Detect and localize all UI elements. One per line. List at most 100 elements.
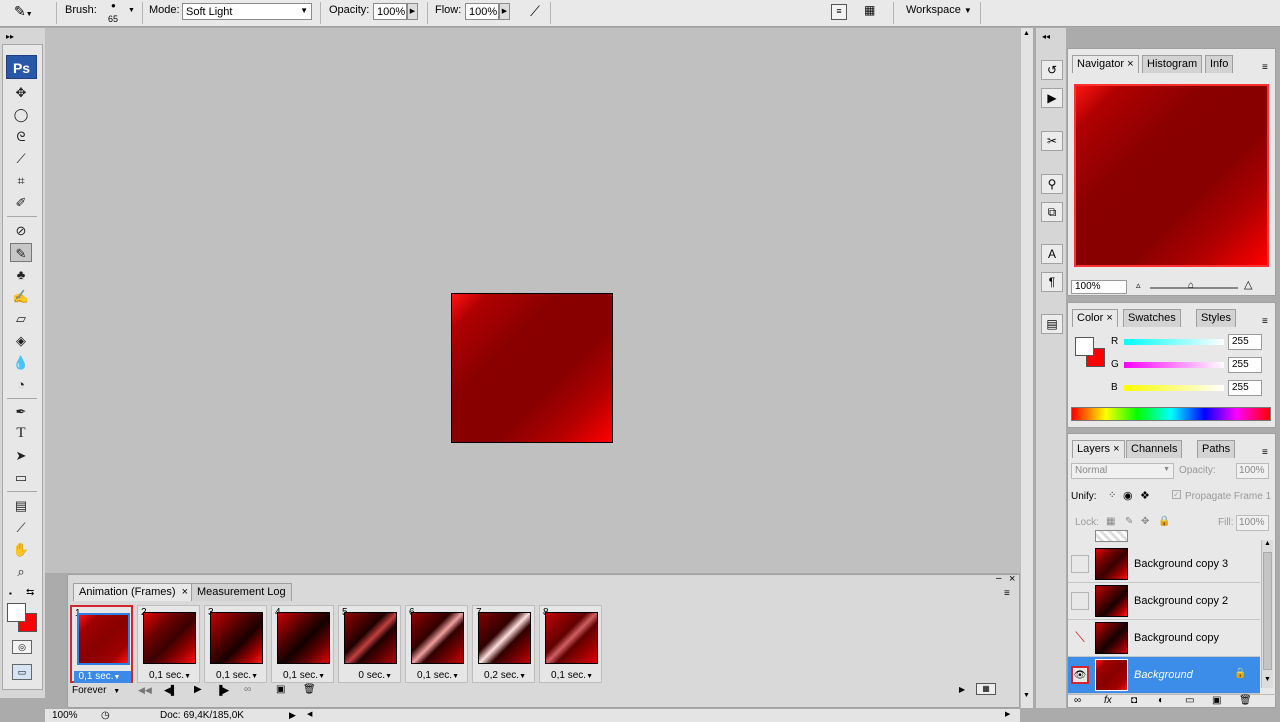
new-layer-icon[interactable]: ▣ <box>1212 695 1221 706</box>
eye-icon[interactable]: 👁 <box>1071 666 1089 684</box>
tab-swatches[interactable]: Swatches <box>1123 309 1181 327</box>
link-layers-icon[interactable]: ∞ <box>1074 695 1081 706</box>
layer-comps-icon[interactable]: ▤ <box>1041 314 1063 334</box>
lock-position-icon[interactable]: ✥ <box>1141 516 1149 527</box>
animation-frame[interactable]: 6 0,1 sec.▼ <box>405 605 468 683</box>
tab-color[interactable]: Color × <box>1072 309 1118 327</box>
blend-mode-select[interactable]: Normal ▼ <box>1071 463 1174 479</box>
frame-delay[interactable]: 0,1 sec.▼ <box>140 670 197 682</box>
ps-logo[interactable]: Ps <box>6 55 37 79</box>
tab-channels[interactable]: Channels <box>1126 440 1183 458</box>
animation-frame[interactable]: 7 0,2 sec.▼ <box>472 605 535 683</box>
layer-row-selected[interactable]: 👁 Background 🔒 <box>1068 657 1260 694</box>
flow-input[interactable]: 100% <box>465 3 499 20</box>
eyedropper-tool-icon[interactable]: ⟋ <box>10 518 32 537</box>
opacity-input[interactable]: 100% <box>373 3 407 20</box>
lock-pixels-icon[interactable]: ✎ <box>1125 516 1133 527</box>
frame-delay[interactable]: 0,1 sec.▼ <box>408 670 465 682</box>
animation-frame[interactable]: 8 0,1 sec.▼ <box>539 605 602 683</box>
visibility-toggle[interactable] <box>1071 592 1089 610</box>
animation-frame[interactable]: 2 0,1 sec.▼ <box>137 605 200 683</box>
first-frame-icon[interactable]: ◀◀ <box>138 685 152 696</box>
duplicate-frame-icon[interactable]: ▣ <box>276 684 285 695</box>
navigator-preview[interactable] <box>1074 84 1269 267</box>
airbrush-icon[interactable]: ⟋ <box>525 3 545 22</box>
scroll-down-icon[interactable]: ▼ <box>1023 692 1030 699</box>
b-input[interactable]: 255 <box>1228 380 1262 396</box>
hand-tool-icon[interactable]: ✋ <box>10 540 32 559</box>
path-selection-tool-icon[interactable]: ➤ <box>10 446 32 465</box>
lock-all-icon[interactable]: 🔒 <box>1158 516 1170 527</box>
tab-measurement-log[interactable]: Measurement Log <box>191 583 292 601</box>
panel-menu-icon[interactable]: ≡ <box>1262 62 1268 73</box>
visibility-toggle[interactable] <box>1071 555 1089 573</box>
adjustment-layer-icon[interactable]: ◐ <box>1158 695 1164 706</box>
tab-layers[interactable]: Layers × <box>1072 440 1125 458</box>
foreground-color-swatch[interactable] <box>1075 337 1094 356</box>
panel-menu-icon[interactable]: ≡ <box>1004 588 1010 599</box>
brush-tool-preset-icon[interactable]: ✎▼ <box>14 3 50 22</box>
close-panel-icon[interactable]: × <box>1009 573 1015 585</box>
vertical-scrollbar[interactable]: ▲ ▼ <box>1020 28 1033 708</box>
brushes-icon[interactable]: ⚲ <box>1041 174 1063 194</box>
layer-row[interactable]: Background copy 3 <box>1068 546 1260 583</box>
actions-icon[interactable]: ▶ <box>1041 88 1063 108</box>
history-icon[interactable]: ↺ <box>1041 60 1063 80</box>
unify-visibility-icon[interactable]: ◉ <box>1123 489 1133 502</box>
paragraph-icon[interactable]: ¶ <box>1041 272 1063 292</box>
close-icon[interactable]: × <box>1106 312 1112 324</box>
timeline-mode-icon[interactable]: ▦ <box>976 683 996 695</box>
frame-delay[interactable]: 0,1 sec.▼ <box>274 670 331 682</box>
frame-delay[interactable]: 0,2 sec.▼ <box>475 670 532 682</box>
close-icon[interactable]: × <box>182 586 188 598</box>
frame-delay[interactable]: 0,1 sec.▼ <box>207 670 264 682</box>
frame-delay[interactable]: 0,1 sec.▼ <box>74 671 131 683</box>
scroll-down-icon[interactable]: ▼ <box>1264 676 1271 683</box>
frame-delay[interactable]: 0 sec.▼ <box>341 670 398 682</box>
animation-frame[interactable]: 3 0,1 sec.▼ <box>204 605 267 683</box>
shape-tool-icon[interactable]: ▭ <box>10 468 32 487</box>
character-icon[interactable]: A <box>1041 244 1063 264</box>
palette-well-icon[interactable]: ≡ <box>831 4 847 20</box>
clone-source-icon[interactable]: ⧉ <box>1041 202 1063 222</box>
brush-picker[interactable]: ● 65 ▼ <box>104 1 138 25</box>
panel-menu-icon[interactable]: ≡ <box>1262 316 1268 327</box>
hscroll-right-icon[interactable]: ▶ <box>1005 710 1010 718</box>
zoom-tool-icon[interactable]: ⌕ <box>10 562 32 581</box>
status-info-icon[interactable]: ◷ <box>101 710 110 721</box>
layer-style-icon[interactable]: fx <box>1104 695 1112 706</box>
frame-delay[interactable]: 0,1 sec.▼ <box>542 670 599 682</box>
quick-mask-icon[interactable]: ◎ <box>12 640 32 654</box>
status-menu-icon[interactable]: ▶ <box>289 710 296 721</box>
loop-select[interactable]: Forever ▼ <box>72 685 128 698</box>
tab-histogram[interactable]: Histogram <box>1142 55 1203 73</box>
mode-select[interactable]: Soft Light ▼ <box>182 3 312 20</box>
r-input[interactable]: 255 <box>1228 334 1262 350</box>
zoom-in-icon[interactable]: △ <box>1244 278 1252 291</box>
workspace-menu[interactable]: Workspace ▼ <box>906 4 972 16</box>
tab-styles[interactable]: Styles <box>1196 309 1236 327</box>
move-tool-icon[interactable]: ✥ <box>10 83 32 102</box>
scroll-up-icon[interactable]: ▲ <box>1264 540 1271 547</box>
layer-row[interactable]: Background copy 2 <box>1068 583 1260 620</box>
tab-paths[interactable]: Paths <box>1197 440 1236 458</box>
document-image[interactable] <box>451 293 613 443</box>
close-icon[interactable]: × <box>1113 443 1119 455</box>
tween-icon[interactable]: ∞ <box>244 684 251 695</box>
animation-frame[interactable]: 4 0,1 sec.▼ <box>271 605 334 683</box>
delete-frame-icon[interactable]: 🗑 <box>303 684 316 695</box>
bridge-icon[interactable]: ▦ <box>864 3 886 21</box>
layer-opacity-input[interactable]: 100% <box>1236 463 1269 479</box>
screen-mode-icon[interactable]: ▭ <box>12 664 32 680</box>
play-icon[interactable]: ▶ <box>194 684 202 695</box>
previous-frame-icon[interactable]: ◀▌ <box>164 685 177 696</box>
minimize-panel-icon[interactable]: – <box>996 573 1002 584</box>
propagate-checkbox[interactable]: ✓ <box>1172 490 1181 499</box>
layer-mask-icon[interactable]: ◘ <box>1131 695 1137 706</box>
animation-frame[interactable]: 5 0 sec.▼ <box>338 605 401 683</box>
fill-input[interactable]: 100% <box>1236 515 1269 531</box>
brush-tool-icon[interactable]: ✎ <box>10 243 32 262</box>
marquee-tool-icon[interactable]: ◯ <box>10 105 32 124</box>
lasso-tool-icon[interactable]: ᘓ <box>10 127 32 146</box>
collapse-dock-icon[interactable]: ◂◂ <box>1042 32 1050 41</box>
